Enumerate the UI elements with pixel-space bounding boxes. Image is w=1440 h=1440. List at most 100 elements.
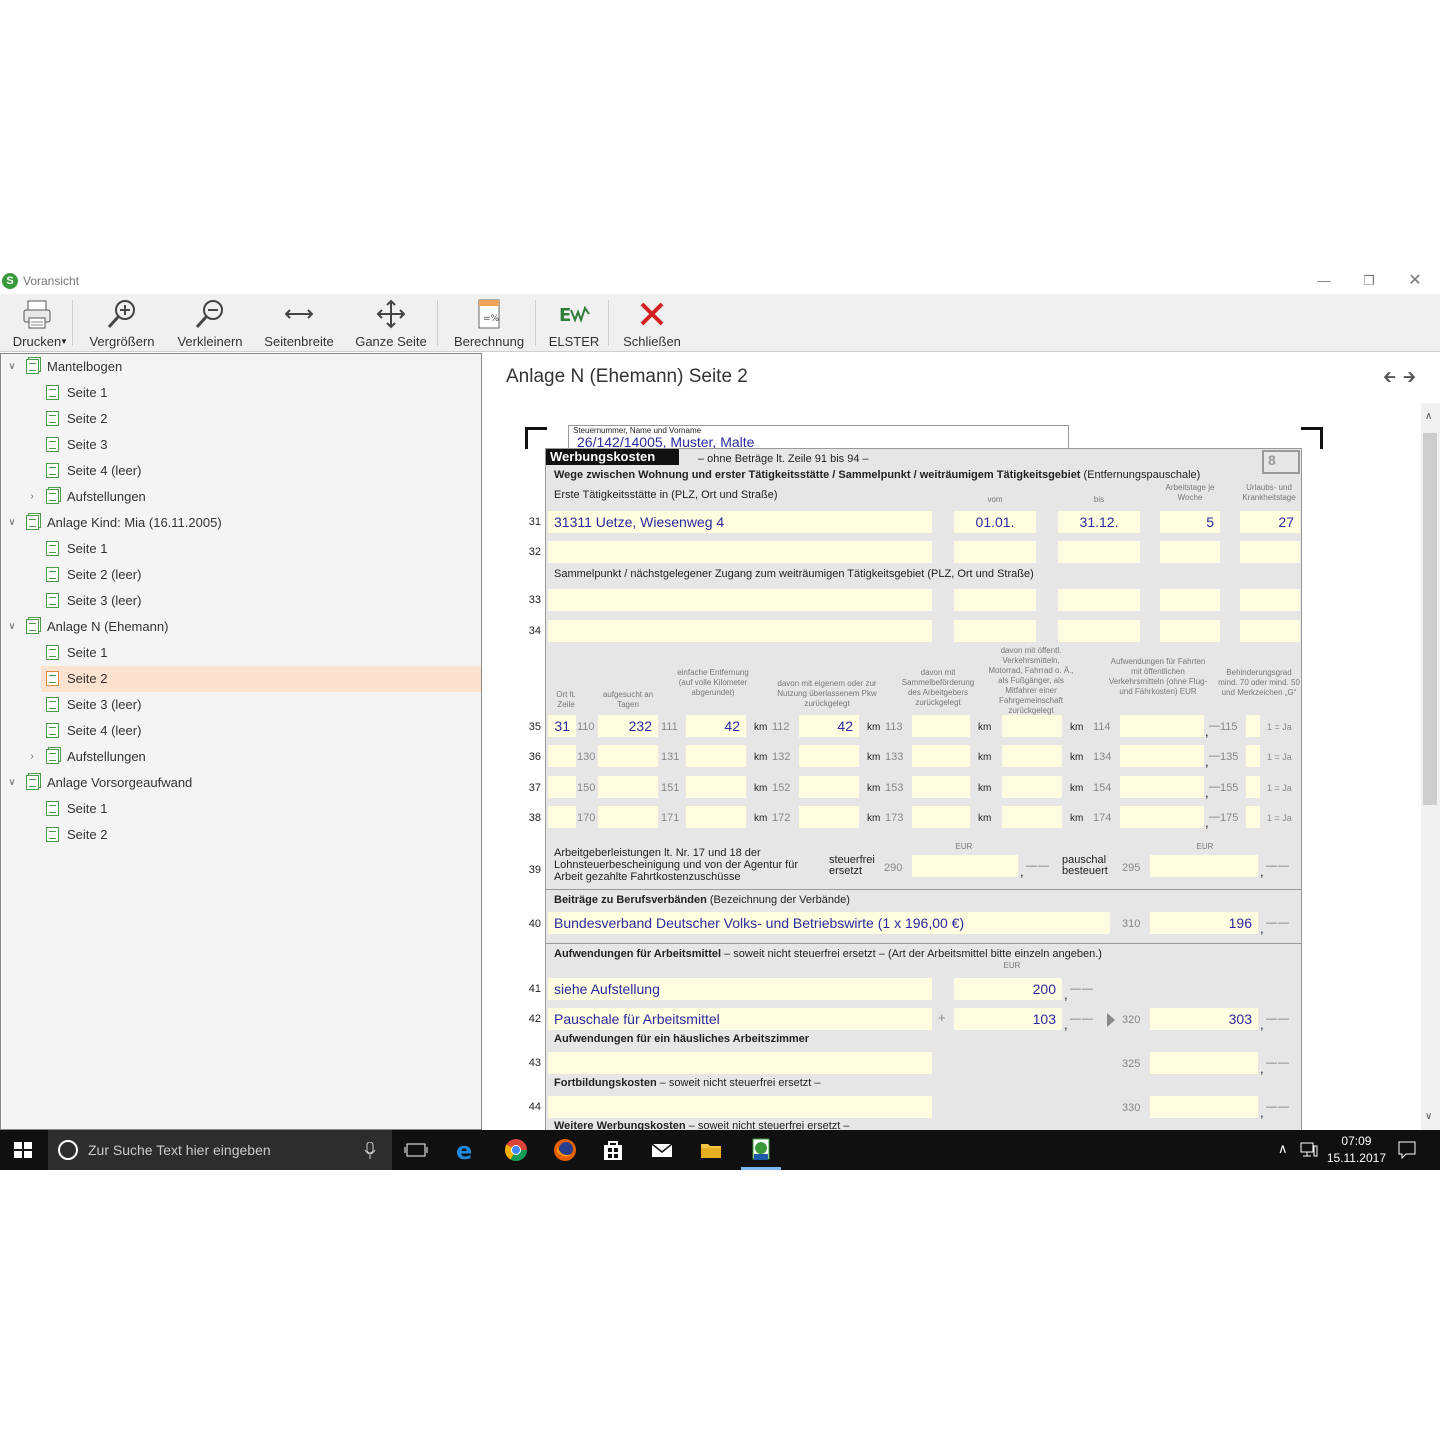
scrollbar-thumb[interactable] <box>1423 433 1437 805</box>
distance-field[interactable] <box>686 776 746 798</box>
chrome-browser-icon[interactable] <box>504 1138 528 1162</box>
tree-item-page[interactable]: Seite 1 <box>46 380 107 406</box>
tree-group-vorsorgeaufwand[interactable]: Anlage Vorsorgeaufwand <box>26 770 192 796</box>
collapse-icon[interactable]: ∨ <box>6 361 18 372</box>
file-explorer-icon[interactable] <box>699 1138 723 1162</box>
tree-item-page[interactable]: Seite 3 <box>46 432 107 458</box>
previous-page-icon[interactable]: 🡰 <box>1383 366 1396 393</box>
disability-checkbox[interactable] <box>1246 776 1260 798</box>
training-costs-field[interactable] <box>548 1096 932 1118</box>
public-transport-distance-field[interactable] <box>1002 806 1062 828</box>
firefox-browser-icon[interactable] <box>553 1138 577 1162</box>
from-date-field-32[interactable] <box>954 541 1036 563</box>
collapse-icon[interactable]: ∨ <box>6 621 18 632</box>
training-costs-amount-field[interactable] <box>1150 1096 1258 1118</box>
microphone-icon[interactable] <box>364 1142 376 1159</box>
to-date-field-34[interactable] <box>1058 620 1140 642</box>
tree-group-anlage-n[interactable]: Anlage N (Ehemann) <box>26 614 168 640</box>
flat-rate-amount-field[interactable]: 103 <box>954 1008 1062 1030</box>
zoom-in-button[interactable]: Vergrößern <box>84 294 160 352</box>
elster-button[interactable]: E ELSTER <box>543 294 605 352</box>
days-field[interactable]: 232 <box>598 715 658 737</box>
tax-software-icon[interactable] <box>749 1138 773 1162</box>
action-center-icon[interactable] <box>1398 1141 1416 1159</box>
workdays-field-32[interactable] <box>1160 541 1220 563</box>
workdays-field-34[interactable] <box>1160 620 1220 642</box>
home-office-amount-field[interactable] <box>1150 1052 1258 1074</box>
days-field[interactable] <box>598 806 658 828</box>
distance-field[interactable] <box>686 745 746 767</box>
car-distance-field[interactable]: 42 <box>799 715 859 737</box>
tree-group-mantelbogen[interactable]: Mantelbogen <box>26 354 122 380</box>
distance-field[interactable]: 42 <box>686 715 746 737</box>
public-transport-costs-field[interactable] <box>1120 745 1204 767</box>
tree-item-page[interactable]: Seite 4 (leer) <box>46 458 141 484</box>
shuttle-distance-field[interactable] <box>912 745 970 767</box>
tree-item-page[interactable]: Seite 3 (leer) <box>46 692 141 718</box>
work-equipment-total-field[interactable]: 303 <box>1150 1008 1258 1030</box>
task-view-icon[interactable] <box>404 1138 428 1162</box>
tree-item-page[interactable]: Seite 2 <box>46 822 107 848</box>
to-date-field-32[interactable] <box>1058 541 1140 563</box>
workdays-field[interactable]: 5 <box>1160 511 1220 533</box>
association-field[interactable]: Bundesverband Deutscher Volks- und Betri… <box>548 912 1110 934</box>
car-distance-field[interactable] <box>799 745 859 767</box>
tree-item-page[interactable]: Seite 1 <box>46 796 107 822</box>
public-transport-costs-field[interactable] <box>1120 806 1204 828</box>
close-window-icon[interactable]: ✕ <box>1400 270 1430 292</box>
ort-field[interactable] <box>548 745 576 767</box>
meeting-point-field-33[interactable] <box>548 589 932 611</box>
tree-item-page[interactable]: Seite 1 <box>46 640 107 666</box>
system-clock[interactable]: 07:09 15.11.2017 <box>1327 1133 1386 1167</box>
whole-page-button[interactable]: Ganze Seite <box>352 294 430 352</box>
days-field[interactable] <box>598 776 658 798</box>
tree-group-anlage-kind[interactable]: Anlage Kind: Mia (16.11.2005) <box>26 510 222 536</box>
disability-checkbox[interactable] <box>1246 715 1260 737</box>
next-page-icon[interactable]: 🡲 <box>1403 366 1416 393</box>
document-view[interactable]: Steuernummer, Name und Vorname 26/142/14… <box>483 403 1421 1130</box>
ort-field[interactable] <box>548 806 576 828</box>
flat-taxed-field[interactable] <box>1150 855 1258 877</box>
tree-item-page[interactable]: Seite 2 (leer) <box>46 562 141 588</box>
collapse-icon[interactable]: ∨ <box>6 777 18 788</box>
shuttle-distance-field[interactable] <box>912 806 970 828</box>
restore-icon[interactable]: ❐ <box>1354 270 1384 292</box>
meeting-point-field-34[interactable] <box>548 620 932 642</box>
disability-checkbox[interactable] <box>1246 806 1260 828</box>
workplace-address-field[interactable]: 31311 Uetze, Wiesenweg 4 <box>548 511 932 533</box>
network-icon[interactable] <box>1300 1142 1318 1158</box>
tree-item-aufstellungen[interactable]: Aufstellungen <box>46 744 146 770</box>
expand-icon[interactable]: › <box>26 491 38 502</box>
leave-days-field-32[interactable] <box>1240 541 1300 563</box>
calculation-button[interactable]: =% Berechnung <box>448 294 530 352</box>
print-button[interactable]: Drucken ▼ <box>4 294 70 352</box>
home-office-field[interactable] <box>548 1052 932 1074</box>
public-transport-distance-field[interactable] <box>1002 745 1062 767</box>
edge-browser-icon[interactable]: e <box>455 1138 479 1162</box>
page-width-button[interactable]: Seitenbreite <box>260 294 338 352</box>
flat-rate-description-field[interactable]: Pauschale für Arbeitsmittel <box>548 1008 932 1030</box>
taskbar-search-box[interactable]: Zur Suche Text hier eingeben <box>48 1130 392 1170</box>
to-date-field[interactable]: 31.12. <box>1058 511 1140 533</box>
work-equipment-amount-field[interactable]: 200 <box>954 978 1062 1000</box>
zoom-out-button[interactable]: Verkleinern <box>172 294 248 352</box>
ort-field[interactable]: 31 <box>548 715 576 737</box>
public-transport-costs-field[interactable] <box>1120 776 1204 798</box>
leave-days-field-34[interactable] <box>1240 620 1300 642</box>
public-transport-costs-field[interactable] <box>1120 715 1204 737</box>
public-transport-distance-field[interactable] <box>1002 776 1062 798</box>
shuttle-distance-field[interactable] <box>912 776 970 798</box>
tree-item-page[interactable]: Seite 3 (leer) <box>46 588 141 614</box>
tax-free-refund-field[interactable] <box>912 855 1018 877</box>
tree-item-page[interactable]: Seite 1 <box>46 536 107 562</box>
shuttle-distance-field[interactable] <box>912 715 970 737</box>
leave-days-field[interactable]: 27 <box>1240 511 1300 533</box>
from-date-field-34[interactable] <box>954 620 1036 642</box>
ort-field[interactable] <box>548 776 576 798</box>
workdays-field-33[interactable] <box>1160 589 1220 611</box>
tree-item-page-selected[interactable]: Seite 2 <box>41 666 481 692</box>
tray-chevron-icon[interactable]: ∧ <box>1278 1141 1288 1157</box>
expand-icon[interactable]: › <box>26 751 38 762</box>
distance-field[interactable] <box>686 806 746 828</box>
leave-days-field-33[interactable] <box>1240 589 1300 611</box>
